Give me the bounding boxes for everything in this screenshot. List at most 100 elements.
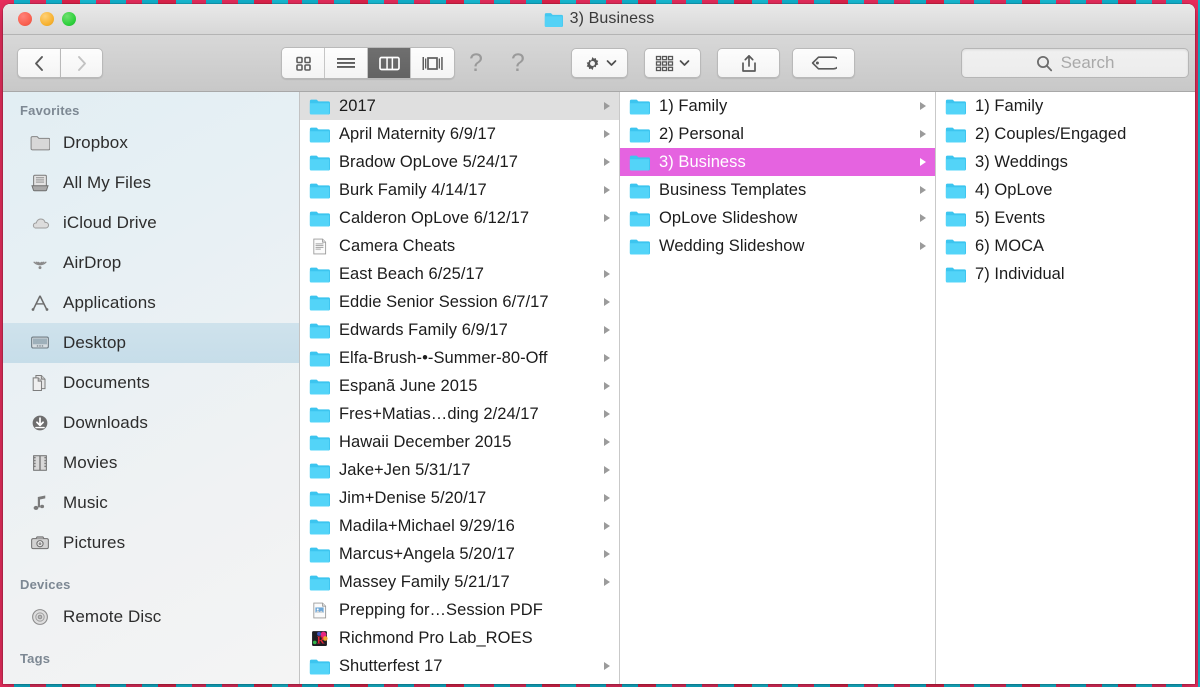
sidebar-item-airdrop[interactable]: AirDrop xyxy=(3,243,299,283)
file-row[interactable]: 2) Personal xyxy=(620,120,935,148)
file-row[interactable]: 2017 xyxy=(300,92,619,120)
action-menu-button[interactable] xyxy=(571,48,628,78)
column-view-button[interactable] xyxy=(368,48,411,78)
disclosure-arrow-icon[interactable] xyxy=(604,438,612,446)
sidebar-item-desktop[interactable]: Desktop xyxy=(3,323,299,363)
column-3[interactable]: 1) Family 2) Couples/Engaged 3) Weddings… xyxy=(936,92,1195,684)
disclosure-arrow-icon[interactable] xyxy=(604,130,612,138)
sidebar-item-label: Pictures xyxy=(63,533,126,552)
file-row[interactable]: 5) Events xyxy=(936,204,1195,232)
sidebar-item-dropbox[interactable]: Dropbox xyxy=(3,123,299,163)
back-button[interactable] xyxy=(17,48,60,78)
disclosure-arrow-icon[interactable] xyxy=(604,186,612,194)
disclosure-arrow-icon[interactable] xyxy=(604,354,612,362)
disclosure-arrow-icon[interactable] xyxy=(604,214,612,222)
sidebar-item-downloads[interactable]: Downloads xyxy=(3,403,299,443)
file-row[interactable]: Espanã June 2015 xyxy=(300,372,619,400)
file-row[interactable]: Edwards Family 6/9/17 xyxy=(300,316,619,344)
sidebar[interactable]: Favorites Dropbox All My Files iCloud Dr… xyxy=(3,92,300,684)
file-row[interactable]: R Richmond Pro Lab_ROES xyxy=(300,624,619,652)
file-row-label: 2) Couples/Engaged xyxy=(975,124,1127,143)
file-row[interactable]: Shutterfest 17 xyxy=(300,652,619,680)
file-row[interactable]: 3) Business xyxy=(620,148,935,176)
placeholder-question-icon-2[interactable]: ? xyxy=(511,50,525,76)
disclosure-arrow-icon[interactable] xyxy=(604,298,612,306)
file-row[interactable]: OpLove Slideshow xyxy=(620,204,935,232)
file-row[interactable]: 7) Individual xyxy=(936,260,1195,288)
sidebar-item-applications[interactable]: Applications xyxy=(3,283,299,323)
file-row[interactable]: 1) Family xyxy=(620,92,935,120)
file-row[interactable]: Burk Family 4/14/17 xyxy=(300,176,619,204)
file-row[interactable]: Camera Cheats xyxy=(300,232,619,260)
file-row[interactable]: Elfa-Brush-•-Summer-80-Off xyxy=(300,344,619,372)
sidebar-item-pictures[interactable]: Pictures xyxy=(3,523,299,563)
disclosure-arrow-icon[interactable] xyxy=(920,130,928,138)
disclosure-arrow-icon[interactable] xyxy=(920,102,928,110)
file-row[interactable]: 1) Family xyxy=(936,92,1195,120)
disclosure-arrow-icon[interactable] xyxy=(920,242,928,250)
file-row-label: 5) Events xyxy=(975,208,1046,227)
forward-button[interactable] xyxy=(60,48,103,78)
add-tag-button[interactable] xyxy=(792,48,855,78)
disclosure-arrow-icon[interactable] xyxy=(604,270,612,278)
disclosure-arrow-icon[interactable] xyxy=(604,410,612,418)
disclosure-arrow-icon[interactable] xyxy=(604,158,612,166)
disclosure-arrow-icon[interactable] xyxy=(604,662,612,670)
file-row[interactable]: Calderon OpLove 6/12/17 xyxy=(300,204,619,232)
file-row[interactable]: Fres+Matias…ding 2/24/17 xyxy=(300,400,619,428)
navigation-buttons xyxy=(17,48,103,78)
list-view-button[interactable] xyxy=(325,48,368,78)
search-field[interactable]: Search xyxy=(961,48,1189,78)
disclosure-arrow-icon[interactable] xyxy=(604,382,612,390)
file-row[interactable]: 2) Couples/Engaged xyxy=(936,120,1195,148)
sidebar-item-icloud-drive[interactable]: iCloud Drive xyxy=(3,203,299,243)
pictures-icon xyxy=(31,536,49,550)
disclosure-arrow-icon[interactable] xyxy=(604,522,612,530)
file-row[interactable]: April Maternity 6/9/17 xyxy=(300,120,619,148)
file-row[interactable]: Prepping for…Session PDF xyxy=(300,596,619,624)
disclosure-arrow-icon[interactable] xyxy=(920,186,928,194)
file-row[interactable]: Bradow OpLove 5/24/17 xyxy=(300,148,619,176)
file-row[interactable]: Massey Family 5/21/17 xyxy=(300,568,619,596)
window-body: Favorites Dropbox All My Files iCloud Dr… xyxy=(3,92,1195,684)
folder-blue-icon xyxy=(544,12,563,27)
file-row-label: East Beach 6/25/17 xyxy=(339,264,484,283)
sidebar-item-music[interactable]: Music xyxy=(3,483,299,523)
file-row[interactable]: 6) MOCA xyxy=(936,232,1195,260)
file-row[interactable]: 4) OpLove xyxy=(936,176,1195,204)
column-1[interactable]: 2017 April Maternity 6/9/17 Bradow OpLov… xyxy=(300,92,620,684)
disclosure-arrow-icon[interactable] xyxy=(604,494,612,502)
file-row[interactable]: Wedding Slideshow xyxy=(620,232,935,260)
file-row-label: Jim+Denise 5/20/17 xyxy=(339,488,487,507)
file-row[interactable]: Jake+Jen 5/31/17 xyxy=(300,456,619,484)
sidebar-header-devices: Devices xyxy=(20,577,71,592)
file-row[interactable]: Business Templates xyxy=(620,176,935,204)
file-row[interactable]: Madila+Michael 9/29/16 xyxy=(300,512,619,540)
disclosure-arrow-icon[interactable] xyxy=(920,158,928,166)
disclosure-arrow-icon[interactable] xyxy=(604,102,612,110)
sidebar-item-remote-disc[interactable]: Remote Disc xyxy=(3,597,299,637)
file-row[interactable]: Marcus+Angela 5/20/17 xyxy=(300,540,619,568)
disclosure-arrow-icon[interactable] xyxy=(604,326,612,334)
folder-blue-icon xyxy=(945,183,966,199)
disclosure-arrow-icon[interactable] xyxy=(604,578,612,586)
file-row-partial[interactable] xyxy=(300,680,619,684)
disclosure-arrow-icon[interactable] xyxy=(920,214,928,222)
sidebar-item-movies[interactable]: Movies xyxy=(3,443,299,483)
file-row[interactable]: Eddie Senior Session 6/7/17 xyxy=(300,288,619,316)
icon-view-button[interactable] xyxy=(282,48,325,78)
file-row[interactable]: 3) Weddings xyxy=(936,148,1195,176)
share-button[interactable] xyxy=(717,48,780,78)
column-2[interactable]: 1) Family 2) Personal 3) Business Busine… xyxy=(620,92,936,684)
coverflow-view-button[interactable] xyxy=(411,48,454,78)
file-row[interactable]: Jim+Denise 5/20/17 xyxy=(300,484,619,512)
disclosure-arrow-icon[interactable] xyxy=(604,550,612,558)
placeholder-question-icon-1[interactable]: ? xyxy=(469,50,483,76)
sidebar-item-documents[interactable]: Documents xyxy=(3,363,299,403)
arrange-menu-button[interactable] xyxy=(644,48,701,78)
file-row[interactable]: East Beach 6/25/17 xyxy=(300,260,619,288)
sidebar-item-all-my-files[interactable]: All My Files xyxy=(3,163,299,203)
sidebar-item-label: Downloads xyxy=(63,413,149,432)
disclosure-arrow-icon[interactable] xyxy=(604,466,612,474)
file-row[interactable]: Hawaii December 2015 xyxy=(300,428,619,456)
